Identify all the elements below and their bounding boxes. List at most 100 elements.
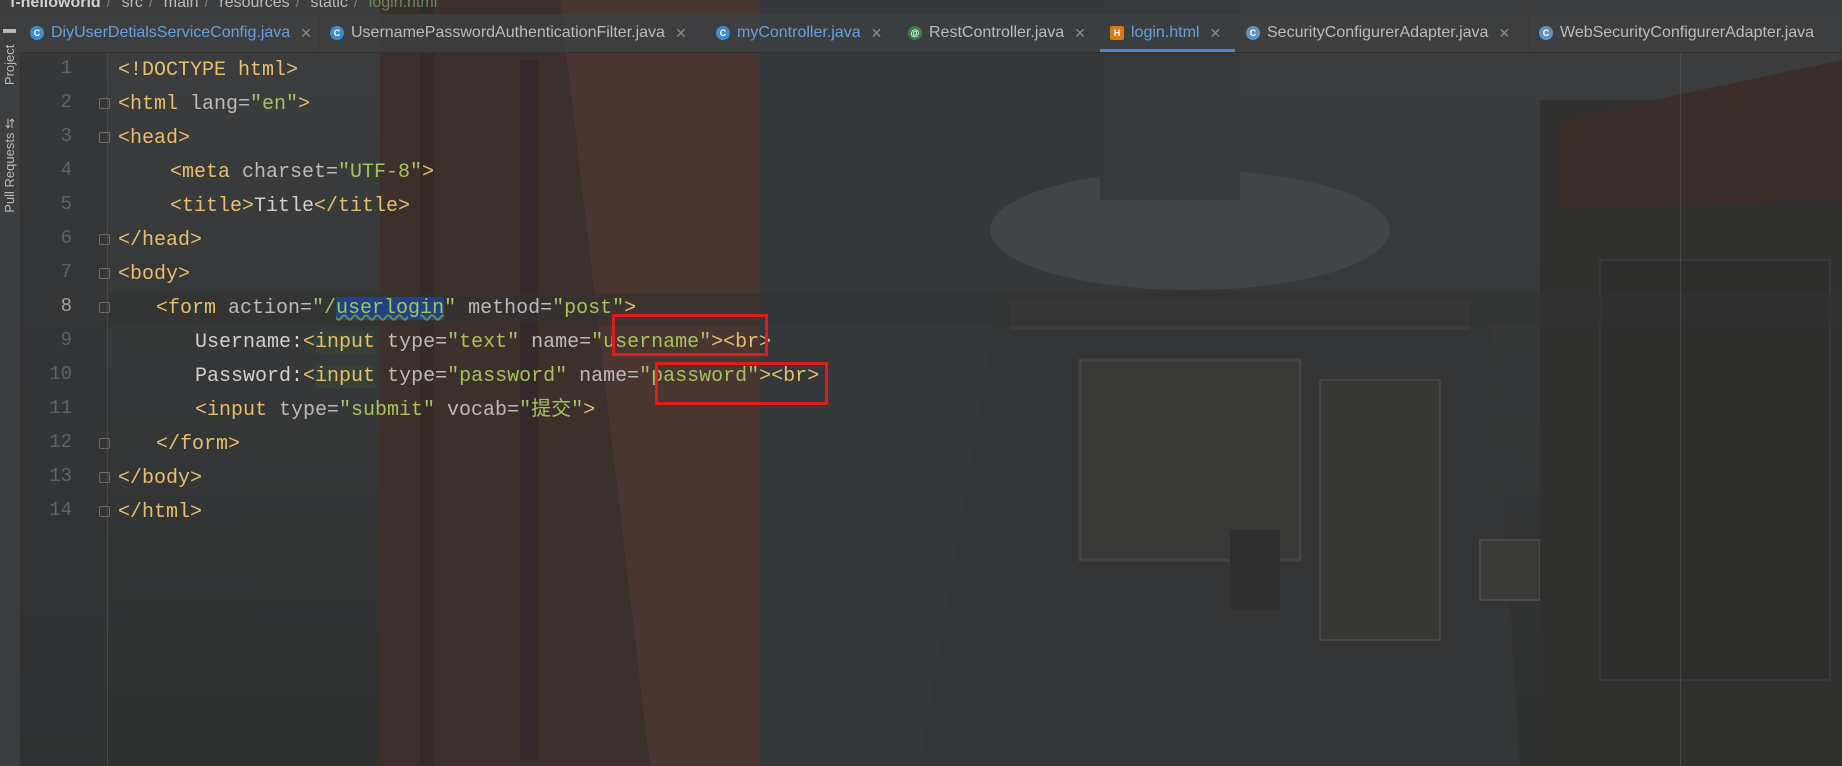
breadcrumb-static[interactable]: static bbox=[311, 0, 348, 11]
tab-username-password-authentication-filter[interactable]: C UsernamePasswordAuthenticationFilter.j… bbox=[320, 14, 706, 52]
code-line: <title>Title</title> bbox=[170, 190, 410, 224]
line-number-gutter[interactable]: 1 2 3 4 5 6 7 8 9 10 11 12 13 14 bbox=[20, 53, 110, 766]
code-line: <form action="/userlogin" method="post"> bbox=[156, 292, 636, 326]
line-number: 10 bbox=[49, 363, 72, 385]
attr-token: type= bbox=[375, 331, 448, 354]
tag-token: </body> bbox=[118, 467, 203, 490]
value-token: "/ bbox=[312, 297, 337, 320]
attr-token: type= bbox=[279, 399, 340, 422]
close-icon[interactable]: ✕ bbox=[871, 25, 883, 42]
breadcrumb-project[interactable]: f-helloworld bbox=[10, 0, 101, 11]
line-number: 13 bbox=[49, 465, 72, 487]
attr-token: type= bbox=[375, 365, 448, 388]
tag-token: </form> bbox=[156, 433, 241, 456]
tag-token: </head> bbox=[118, 229, 203, 252]
selected-word: userlogin bbox=[336, 297, 445, 320]
code-line: </head> bbox=[118, 224, 202, 258]
class-icon: C bbox=[716, 26, 730, 40]
html-file-icon: H bbox=[1110, 26, 1124, 40]
code-line: <meta charset="UTF-8"> bbox=[170, 156, 434, 190]
code-line: <input type="submit" vocab="提交"> bbox=[195, 394, 595, 428]
breadcrumb-main[interactable]: main bbox=[164, 0, 199, 11]
doctype-tag: <!DOCTYPE html> bbox=[118, 59, 299, 82]
tag-token: </html> bbox=[118, 501, 203, 524]
value-token: "en" bbox=[250, 93, 299, 116]
tab-my-controller[interactable]: C myController.java ✕ bbox=[706, 14, 898, 52]
tag-token: < bbox=[303, 331, 316, 354]
attr-token: method= bbox=[468, 297, 553, 320]
tag-token: </title> bbox=[314, 195, 411, 218]
tab-label: UsernamePasswordAuthenticationFilter.jav… bbox=[351, 24, 665, 41]
close-icon[interactable]: ✕ bbox=[300, 25, 312, 42]
text-token: Password: bbox=[195, 365, 304, 388]
attr-token: charset= bbox=[242, 161, 339, 184]
line-number-current: 8 bbox=[60, 295, 72, 317]
line-number: 6 bbox=[60, 227, 72, 249]
fold-icon[interactable] bbox=[99, 472, 110, 483]
tag-token: > bbox=[583, 399, 596, 422]
tag-token: <form bbox=[156, 297, 229, 320]
close-icon[interactable]: ✕ bbox=[1209, 25, 1221, 42]
value-token: "password" bbox=[447, 365, 568, 388]
fold-icon[interactable] bbox=[99, 98, 110, 109]
project-tool-button[interactable]: Project ▬ bbox=[2, 26, 17, 85]
breadcrumb-resources[interactable]: resources bbox=[219, 0, 289, 11]
fold-icon[interactable] bbox=[99, 506, 110, 517]
tag-token: <title> bbox=[170, 195, 255, 218]
right-margin-guide bbox=[1680, 53, 1681, 766]
class-icon: C bbox=[1246, 26, 1260, 40]
editor-tab-bar: C DiyUserDetialsServiceConfig.java ✕ C U… bbox=[20, 14, 1842, 53]
line-number: 2 bbox=[60, 91, 72, 113]
code-line: <!DOCTYPE html> bbox=[118, 54, 298, 88]
fold-icon[interactable] bbox=[99, 132, 110, 143]
breadcrumb-src[interactable]: src bbox=[122, 0, 143, 11]
tab-rest-controller[interactable]: @ RestController.java ✕ bbox=[898, 14, 1100, 52]
close-icon[interactable]: ✕ bbox=[675, 25, 687, 42]
tag-token: <html bbox=[118, 93, 191, 116]
tab-label: login.html bbox=[1131, 24, 1200, 41]
code-line: <body> bbox=[118, 258, 190, 292]
highlighted-tag: input bbox=[315, 365, 376, 388]
code-line: </form> bbox=[156, 428, 240, 462]
line-number: 7 bbox=[60, 261, 72, 283]
class-icon: C bbox=[30, 26, 44, 40]
attr-token: name= bbox=[519, 331, 592, 354]
text-token: Title bbox=[254, 195, 315, 218]
class-icon: C bbox=[1539, 26, 1553, 40]
line-number: 5 bbox=[60, 193, 72, 215]
line-number: 9 bbox=[60, 329, 72, 351]
pull-request-icon: ⇆ bbox=[2, 118, 17, 129]
breadcrumb: f-helloworld / src / main / resources / stat… bbox=[0, 0, 443, 11]
close-icon[interactable]: ✕ bbox=[1074, 25, 1086, 42]
tab-login-html[interactable]: H login.html ✕ bbox=[1100, 14, 1236, 52]
value-token: "UTF-8" bbox=[338, 161, 423, 184]
text-token: Username: bbox=[195, 331, 304, 354]
left-tool-strip: Project ▬ Pull Requests ⇆ bbox=[0, 14, 21, 766]
tab-label: myController.java bbox=[737, 24, 861, 41]
line-number: 12 bbox=[49, 431, 72, 453]
tab-label: DiyUserDetialsServiceConfig.java bbox=[51, 24, 291, 41]
tab-label: RestController.java bbox=[929, 24, 1065, 41]
attr-token: vocab= bbox=[435, 399, 520, 422]
tag-token: > bbox=[422, 161, 435, 184]
tag-token: < bbox=[303, 365, 316, 388]
code-line: <html lang="en"> bbox=[118, 88, 310, 122]
pull-requests-tool-button[interactable]: Pull Requests ⇆ bbox=[2, 118, 17, 213]
fold-icon[interactable] bbox=[99, 268, 110, 279]
line-number: 14 bbox=[49, 499, 72, 521]
fold-icon[interactable] bbox=[99, 302, 110, 313]
tab-security-configurer-adapter[interactable]: C SecurityConfigurerAdapter.java ✕ bbox=[1236, 14, 1529, 52]
tab-diy-user-details-service-config[interactable]: C DiyUserDetialsServiceConfig.java ✕ bbox=[20, 14, 320, 52]
code-line: <head> bbox=[118, 122, 190, 156]
tab-web-security-configurer-adapter[interactable]: C WebSecurityConfigurerAdapter.java bbox=[1529, 14, 1842, 52]
attr-token: lang= bbox=[190, 93, 251, 116]
tab-label: SecurityConfigurerAdapter.java bbox=[1267, 24, 1489, 41]
close-icon[interactable]: ✕ bbox=[1498, 25, 1510, 42]
breadcrumb-file[interactable]: login.html bbox=[369, 0, 437, 11]
code-line: </body> bbox=[118, 462, 202, 496]
fold-icon[interactable] bbox=[99, 234, 110, 245]
tag-token: <meta bbox=[170, 161, 243, 184]
line-number: 1 bbox=[60, 57, 72, 79]
fold-icon[interactable] bbox=[99, 438, 110, 449]
code-line: </html> bbox=[118, 496, 202, 530]
